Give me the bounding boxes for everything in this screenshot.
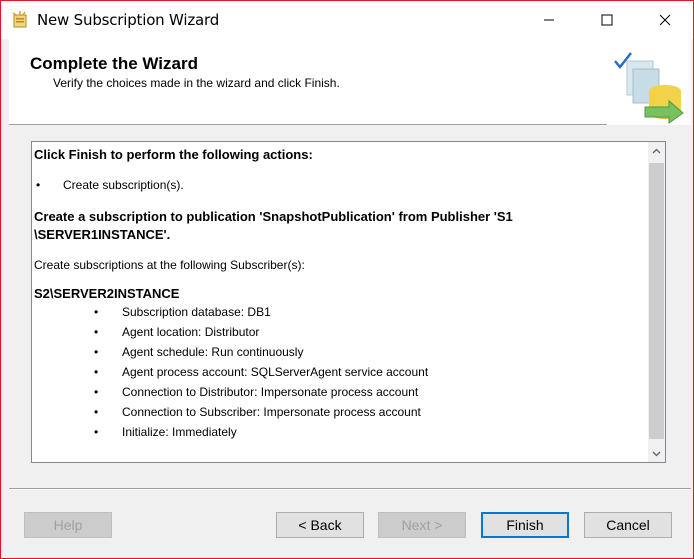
- maximize-icon: [601, 14, 613, 26]
- database-subscription-icon: [607, 47, 691, 125]
- publication-heading: Create a subscription to publication 'Sn…: [34, 209, 513, 242]
- wizard-app-icon: [12, 11, 27, 28]
- cancel-button[interactable]: Cancel: [584, 512, 672, 538]
- subscribers-intro: Create subscriptions at the following Su…: [34, 258, 305, 272]
- next-button[interactable]: Next >: [378, 512, 466, 538]
- maximize-button[interactable]: [584, 1, 630, 39]
- help-button[interactable]: Help: [24, 512, 112, 538]
- subscriber-detail-item: • Connection to Subscriber: Impersonate p…: [94, 402, 642, 422]
- subscriber-detail-text: Subscription database: DB1: [122, 305, 271, 319]
- bullet-marker: •: [36, 178, 41, 192]
- subscriber-detail-item: • Agent schedule: Run continuously: [94, 342, 642, 362]
- bullet-marker: •: [94, 325, 99, 339]
- vertical-scrollbar[interactable]: [648, 142, 665, 462]
- subscriber-detail-item: • Agent location: Distributor: [94, 322, 642, 342]
- scroll-down-button[interactable]: [648, 445, 665, 462]
- subscriber-detail-text: Connection to Subscriber: Impersonate pr…: [122, 405, 421, 419]
- summary-text: Click Finish to perform the following ac…: [34, 146, 642, 458]
- action-item: • Create subscription(s).: [34, 176, 642, 194]
- back-button[interactable]: < Back: [276, 512, 364, 538]
- summary-panel[interactable]: Click Finish to perform the following ac…: [31, 141, 666, 463]
- page-subtitle: Verify the choices made in the wizard an…: [53, 76, 340, 90]
- title-bar[interactable]: New Subscription Wizard: [1, 1, 693, 39]
- subscriber-detail-text: Initialize: Immediately: [122, 425, 237, 439]
- bullet-marker: •: [94, 345, 99, 359]
- bullet-marker: •: [94, 425, 99, 439]
- close-icon: [659, 14, 671, 26]
- chevron-up-icon: [652, 148, 661, 153]
- scroll-up-button[interactable]: [648, 142, 665, 159]
- chevron-down-icon: [652, 451, 661, 456]
- subscriber-detail-item: • Subscription database: DB1: [94, 302, 642, 322]
- subscriber-detail-item: • Initialize: Immediately: [94, 422, 642, 442]
- close-button[interactable]: [642, 1, 688, 39]
- subscriber-detail-text: Agent schedule: Run continuously: [122, 345, 304, 359]
- subscriber-detail-item: • Connection to Distributor: Impersonate …: [94, 382, 642, 402]
- minimize-button[interactable]: [526, 1, 572, 39]
- wizard-window: New Subscription Wizard Complete the Wiz…: [0, 0, 694, 559]
- subscriber-detail-item: • Agent process account: SQLServerAgent s…: [94, 362, 642, 382]
- page-title: Complete the Wizard: [30, 54, 198, 73]
- bullet-marker: •: [94, 365, 99, 379]
- bullet-marker: •: [94, 305, 99, 319]
- bullet-marker: •: [94, 405, 99, 419]
- footer-separator: [9, 488, 691, 490]
- subscriber-name: S2\SERVER2INSTANCE: [34, 286, 180, 301]
- action-text: Create subscription(s).: [63, 178, 184, 192]
- window-title: New Subscription Wizard: [37, 11, 220, 29]
- scroll-thumb[interactable]: [649, 163, 664, 439]
- subscriber-detail-text: Agent location: Distributor: [122, 325, 260, 339]
- wizard-header: Complete the Wizard Verify the choices m…: [9, 39, 691, 125]
- subscriber-details-list: • Subscription database: DB1 • Agent locati…: [34, 302, 642, 442]
- finish-button[interactable]: Finish: [481, 512, 569, 538]
- summary-intro: Click Finish to perform the following ac…: [34, 147, 313, 162]
- subscriber-detail-text: Connection to Distributor: Impersonate p…: [122, 385, 419, 399]
- bullet-marker: •: [94, 385, 99, 399]
- subscriber-detail-text: Agent process account: SQLServerAgent se…: [122, 365, 429, 379]
- minimize-icon: [544, 19, 554, 21]
